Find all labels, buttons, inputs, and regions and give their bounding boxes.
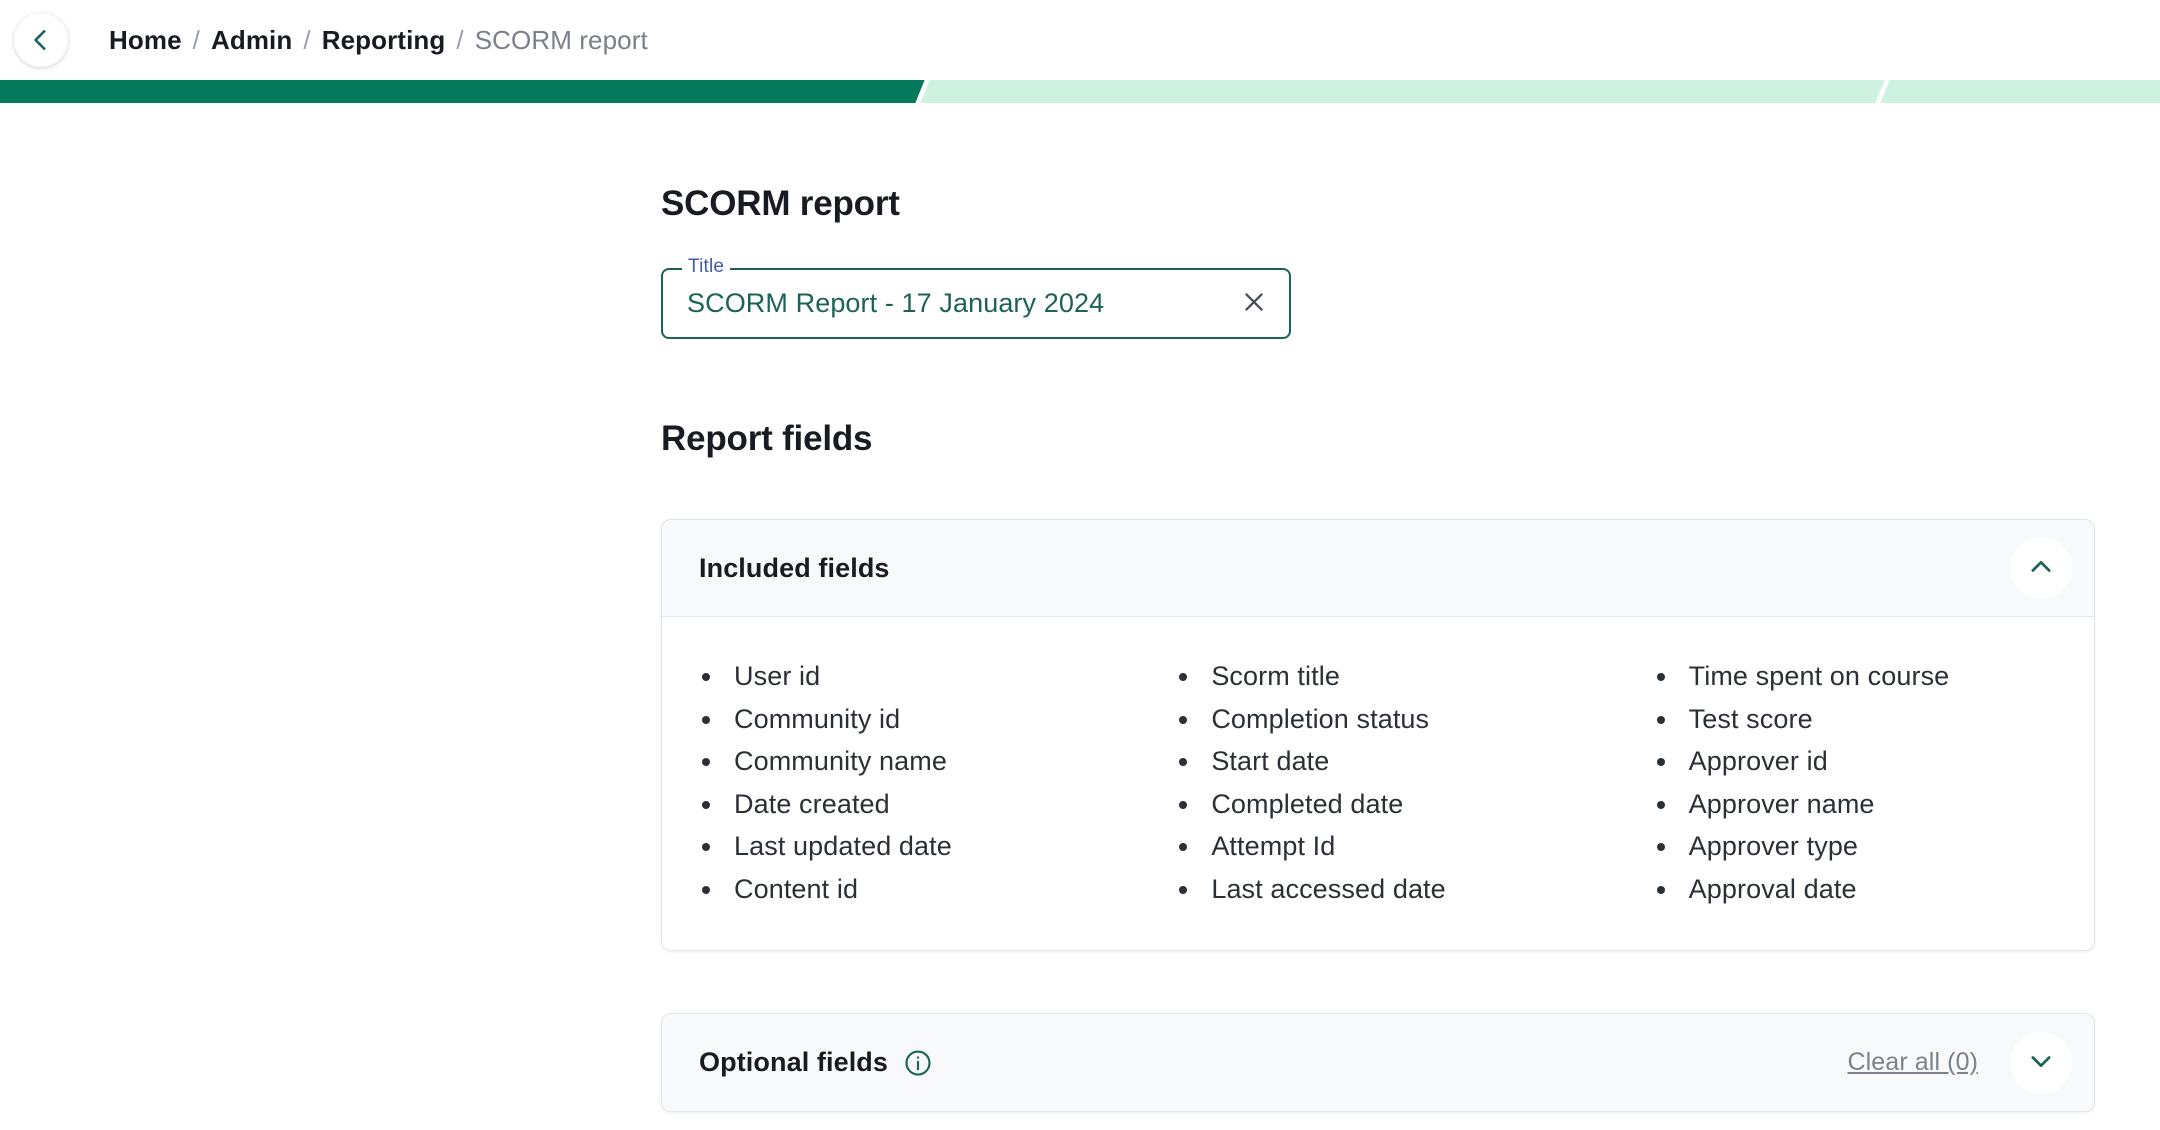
title-field-label: Title: [682, 257, 730, 276]
page-title: SCORM report: [661, 184, 2095, 224]
info-circle-icon[interactable]: [903, 1048, 933, 1078]
list-item: Community id: [690, 698, 1139, 741]
breadcrumb-separator: /: [193, 25, 200, 56]
back-button[interactable]: [14, 13, 68, 67]
included-fields-column-1: User id Community id Community name Date…: [662, 655, 1139, 910]
list-item: Start date: [1167, 740, 1616, 783]
breadcrumb-item-home[interactable]: Home: [109, 25, 182, 56]
list-item: Time spent on course: [1645, 655, 2094, 698]
breadcrumb-item-admin[interactable]: Admin: [211, 25, 292, 56]
breadcrumb-separator: /: [303, 25, 310, 56]
included-fields-body: User id Community id Community name Date…: [662, 617, 2094, 950]
breadcrumb-item-current: SCORM report: [475, 25, 648, 56]
optional-fields-header[interactable]: Optional fields Clear all (0): [662, 1014, 2094, 1111]
list-item: Attempt Id: [1167, 825, 1616, 868]
chevron-up-icon: [2027, 553, 2055, 584]
banner-segment: [920, 80, 1884, 103]
included-fields-header[interactable]: Included fields: [662, 520, 2094, 617]
title-field-group: Title: [661, 268, 1291, 339]
list-item: Test score: [1645, 698, 2094, 741]
list-item: Scorm title: [1167, 655, 1616, 698]
scorm-report-page: Home / Admin / Reporting / SCORM report …: [0, 0, 2160, 1130]
main-content: SCORM report Title Rep: [0, 103, 2160, 1112]
clear-all-link[interactable]: Clear all (0): [1848, 1048, 1979, 1077]
optional-fields-toggle-button[interactable]: [2010, 1032, 2072, 1094]
optional-fields-card: Optional fields Clear all (0): [661, 1013, 2095, 1112]
breadcrumb-separator: /: [456, 25, 463, 56]
title-input[interactable]: [687, 288, 1231, 319]
list-item: Last updated date: [690, 825, 1139, 868]
list-item: Community name: [690, 740, 1139, 783]
title-field-box[interactable]: [661, 268, 1291, 339]
optional-fields-title: Optional fields: [699, 1047, 888, 1078]
included-fields-toggle-button[interactable]: [2010, 537, 2072, 599]
banner-segment: [0, 80, 925, 103]
report-fields-heading: Report fields: [661, 419, 2095, 459]
included-fields-column-3: Time spent on course Test score Approver…: [1617, 655, 2094, 910]
close-icon: [1241, 289, 1267, 318]
list-item: User id: [690, 655, 1139, 698]
decorative-banner: [0, 80, 2160, 103]
list-item: Approval date: [1645, 868, 2094, 911]
clear-title-button[interactable]: [1231, 281, 1277, 327]
top-bar: Home / Admin / Reporting / SCORM report: [0, 0, 2160, 80]
list-item: Date created: [690, 783, 1139, 826]
list-item: Approver type: [1645, 825, 2094, 868]
included-fields-title: Included fields: [699, 553, 890, 584]
chevron-left-icon: [28, 27, 54, 53]
list-item: Completion status: [1167, 698, 1616, 741]
breadcrumb-item-reporting[interactable]: Reporting: [322, 25, 446, 56]
list-item: Approver name: [1645, 783, 2094, 826]
included-fields-column-2: Scorm title Completion status Start date…: [1139, 655, 1616, 910]
list-item: Content id: [690, 868, 1139, 911]
breadcrumb: Home / Admin / Reporting / SCORM report: [109, 25, 648, 56]
list-item: Approver id: [1645, 740, 2094, 783]
chevron-down-icon: [2027, 1047, 2055, 1078]
banner-segment: [1880, 80, 2160, 103]
list-item: Completed date: [1167, 783, 1616, 826]
included-fields-card: Included fields User id: [661, 519, 2095, 951]
list-item: Last accessed date: [1167, 868, 1616, 911]
